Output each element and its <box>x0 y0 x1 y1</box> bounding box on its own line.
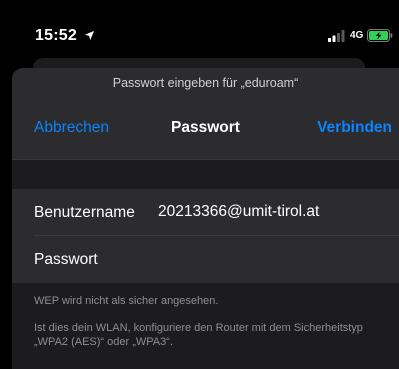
password-sheet: Passwort eingeben für „eduroam“ Abbreche… <box>12 68 399 369</box>
network-prompt: Passwort eingeben für „eduroam“ <box>112 76 299 90</box>
credentials-form: Benutzername Passwort <box>12 189 399 283</box>
sheet-header: Passwort eingeben für „eduroam“ Abbreche… <box>12 68 399 159</box>
location-arrow-icon <box>84 30 95 41</box>
header-divider <box>12 159 399 160</box>
status-time: 15:52 <box>35 27 77 44</box>
connect-button[interactable]: Verbinden <box>317 119 392 137</box>
security-advice: Ist dies dein WLAN, konfiguriere den Rou… <box>34 322 363 348</box>
cancel-button[interactable]: Abbrechen <box>34 119 109 137</box>
battery-charging-icon <box>367 29 393 42</box>
username-field[interactable] <box>158 198 393 226</box>
username-label: Benutzername <box>34 204 135 221</box>
network-type-label: 4G <box>350 30 364 41</box>
security-warning: WEP wird nicht als sicher angesehen. <box>34 295 219 307</box>
password-row: Passwort <box>12 236 399 283</box>
signal-bars-icon <box>328 30 345 42</box>
status-bar: 15:52 4G <box>0 0 399 58</box>
username-row: Benutzername <box>12 189 399 236</box>
